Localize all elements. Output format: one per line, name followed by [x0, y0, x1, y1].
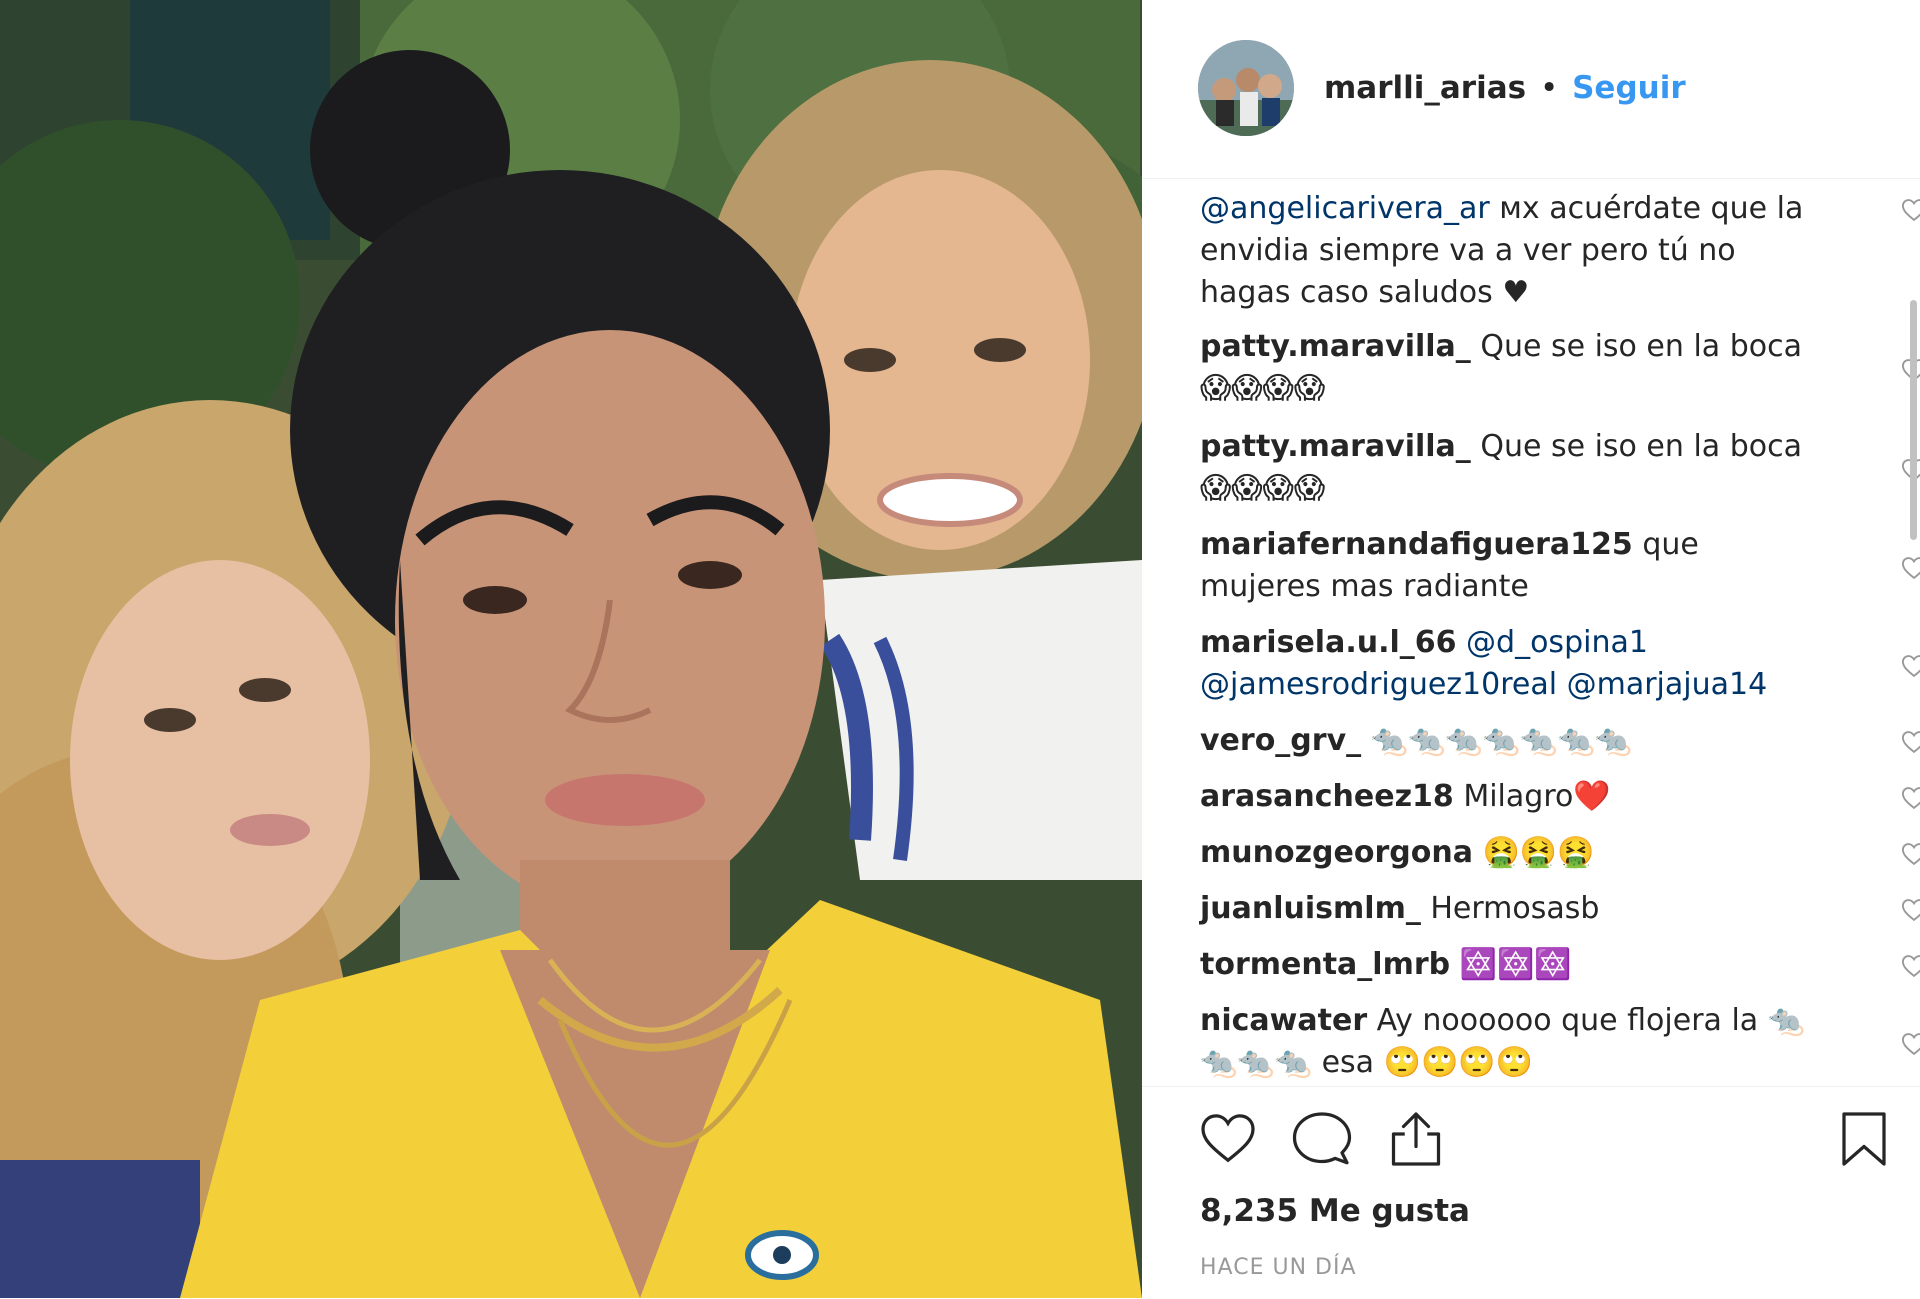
comment-item: mariafernandafiguera125 que mujeres mas …	[1200, 524, 1920, 608]
comment-item: vero_grv_ 🐀🐀🐀🐀🐀🐀🐀	[1200, 720, 1920, 762]
comment-item: munozgeorgona 🤮🤮🤮	[1200, 832, 1920, 874]
comment-like-icon[interactable]	[1900, 896, 1920, 924]
comment-item: patty.maravilla_ Que se iso en la boca 😱…	[1200, 326, 1920, 410]
comment-like-icon[interactable]	[1900, 840, 1920, 868]
comment-username[interactable]: nicawater	[1200, 1003, 1367, 1038]
comment-like-icon[interactable]	[1900, 728, 1920, 756]
comment-text: juanluismlm_ Hermosasb	[1200, 888, 1806, 930]
comment-text: marisela.u.l_66 @d_ospina1 @jamesrodrigu…	[1200, 622, 1806, 706]
comment-like-icon[interactable]	[1900, 784, 1920, 812]
post-sidebar: marlli_arias • Seguir @angelicarivera_ar…	[1142, 0, 1920, 1298]
comment-text: munozgeorgona 🤮🤮🤮	[1200, 832, 1806, 874]
comment-item: patty.maravilla_ Que se iso en la boca 😱…	[1200, 426, 1920, 510]
comments-list[interactable]: @angelicarivera_ar ᴍx acuérdate que la e…	[1142, 180, 1920, 1086]
comment-item: marisela.u.l_66 @d_ospina1 @jamesrodrigu…	[1200, 622, 1920, 706]
comment-username[interactable]: munozgeorgona	[1200, 835, 1473, 870]
comments-scrollbar[interactable]	[1910, 300, 1917, 540]
comment-username[interactable]: arasancheez18	[1200, 779, 1454, 814]
post-header: marlli_arias • Seguir	[1142, 0, 1920, 179]
avatar[interactable]	[1198, 40, 1294, 136]
comment-item: @angelicarivera_ar ᴍx acuérdate que la e…	[1200, 188, 1920, 314]
comment-text: nicawater Ay noooooo que flojera la 🐀🐀🐀🐀…	[1200, 1000, 1806, 1084]
comment-like-icon[interactable]	[1900, 652, 1920, 680]
comment-username[interactable]: vero_grv_	[1200, 723, 1361, 758]
separator-dot: •	[1539, 70, 1559, 106]
comment-username[interactable]: patty.maravilla_	[1200, 429, 1471, 464]
likes-count[interactable]: 8,235 Me gusta	[1200, 1193, 1470, 1229]
comment-body: 🐀🐀🐀🐀🐀🐀🐀	[1361, 723, 1633, 758]
comment-item: arasancheez18 Milagro❤️	[1200, 776, 1920, 818]
comment-username[interactable]: juanluismlm_	[1200, 891, 1421, 926]
post-timestamp[interactable]: HACE UN DÍA	[1200, 1255, 1357, 1280]
comment-like-icon[interactable]	[1900, 554, 1920, 582]
selfie-image	[0, 0, 1142, 1298]
comment-item: tormenta_lmrb 🔯🔯🔯	[1200, 944, 1920, 986]
comment-username[interactable]: patty.maravilla_	[1200, 329, 1471, 364]
comment-text: patty.maravilla_ Que se iso en la boca 😱…	[1200, 426, 1806, 510]
comment-username[interactable]: mariafernandafiguera125	[1200, 527, 1633, 562]
comment-body: Milagro❤️	[1453, 779, 1611, 814]
owner-username[interactable]: marlli_arias	[1324, 70, 1526, 106]
comment-icon[interactable]	[1292, 1109, 1352, 1169]
comment-text: mariafernandafiguera125 que mujeres mas …	[1200, 524, 1806, 608]
comment-body: 🤮🤮🤮	[1472, 835, 1595, 870]
comment-text: arasancheez18 Milagro❤️	[1200, 776, 1806, 818]
post-photo[interactable]	[0, 0, 1142, 1298]
comment-text: tormenta_lmrb 🔯🔯🔯	[1200, 944, 1806, 986]
comment-text: @angelicarivera_ar ᴍx acuérdate que la e…	[1200, 188, 1806, 314]
comment-body: Hermosasb	[1420, 891, 1600, 926]
comment-item: juanluismlm_ Hermosasb	[1200, 888, 1920, 930]
comment-like-icon[interactable]	[1900, 952, 1920, 980]
bookmark-icon[interactable]	[1834, 1109, 1894, 1169]
comment-text: patty.maravilla_ Que se iso en la boca 😱…	[1200, 326, 1806, 410]
comment-text: vero_grv_ 🐀🐀🐀🐀🐀🐀🐀	[1200, 720, 1806, 762]
comment-like-icon[interactable]	[1900, 1030, 1920, 1058]
post-actions: 8,235 Me gusta HACE UN DÍA	[1142, 1086, 1920, 1299]
comment-body: 🔯🔯🔯	[1450, 947, 1572, 982]
comment-username[interactable]: tormenta_lmrb	[1200, 947, 1450, 982]
post-owner: marlli_arias • Seguir	[1324, 70, 1686, 106]
heart-icon[interactable]	[1198, 1109, 1258, 1169]
share-icon[interactable]	[1386, 1109, 1446, 1169]
comment-item: nicawater Ay noooooo que flojera la 🐀🐀🐀🐀…	[1200, 1000, 1920, 1084]
comment-like-icon[interactable]	[1900, 196, 1920, 224]
follow-button[interactable]: Seguir	[1572, 70, 1686, 106]
comment-username[interactable]: marisela.u.l_66	[1200, 625, 1457, 660]
comment-mention[interactable]: @angelicarivera_ar	[1200, 191, 1490, 226]
avatar-image	[1198, 40, 1294, 136]
